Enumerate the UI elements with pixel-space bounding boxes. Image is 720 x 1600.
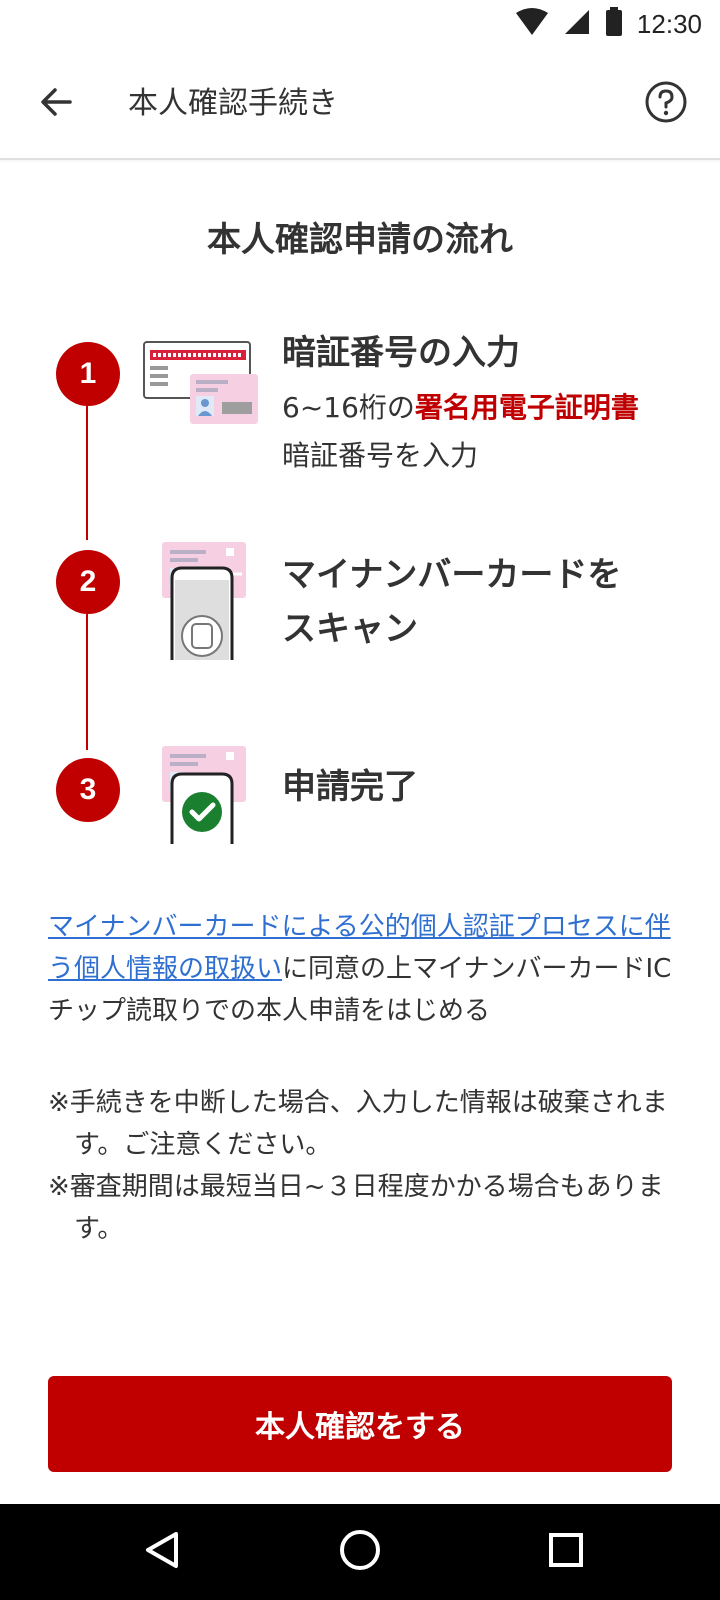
circle-home-icon	[338, 1528, 382, 1576]
step-title-line: スキャン	[282, 609, 418, 649]
step-description: 6~16桁の署名用電子証明書暗証番号を入力	[282, 384, 662, 480]
section-title: 本人確認申請の流れ	[207, 220, 513, 260]
cellular-signal-icon	[563, 8, 591, 40]
step-number-badge: 1	[56, 342, 120, 406]
completed-phone-icon	[160, 744, 250, 848]
pin-entry-card-icon	[142, 340, 262, 434]
page-title: 本人確認手続き	[128, 86, 338, 121]
note-item: ※手続きを中断した場合、入力した情報は破棄されます。ご注意ください。	[48, 1088, 668, 1160]
step-description-text: 6~16桁の	[282, 391, 415, 424]
step-description-emphasis: 署名用電子証明書	[414, 391, 639, 424]
notes: ※手続きを中断した場合、入力した情報は破棄されます。ご注意ください。 ※審査期間…	[48, 1082, 678, 1250]
note-item: ※審査期間は最短当日~３日程度かかる場合もあります。	[48, 1172, 664, 1244]
step-connector	[86, 404, 88, 540]
triangle-back-icon	[142, 1530, 182, 1574]
start-verification-button[interactable]: 本人確認をする	[48, 1376, 672, 1472]
square-recents-icon	[547, 1531, 585, 1573]
help-button[interactable]	[640, 78, 692, 130]
card-scan-phone-icon	[160, 540, 250, 664]
battery-icon	[605, 7, 623, 41]
consent-text: マイナンバーカードによる公的個人認証プロセスに伴う個人情報の取扱いに同意の上マイ…	[48, 906, 678, 1032]
system-nav-bar	[0, 1504, 720, 1600]
step-connector	[86, 614, 88, 750]
back-button[interactable]	[28, 76, 84, 132]
step-description-text: 暗証番号を入力	[282, 439, 479, 472]
step-number-badge: 2	[56, 550, 120, 614]
step-title-line: マイナンバーカードを	[282, 555, 622, 595]
step-title: 暗証番号の入力	[282, 333, 520, 373]
step-number-badge: 3	[56, 758, 120, 822]
app-bar: 本人確認手続き	[0, 48, 720, 160]
nav-recents-button[interactable]	[542, 1528, 590, 1576]
step-title: 申請完了	[282, 767, 418, 807]
nav-back-button[interactable]	[138, 1528, 186, 1576]
wifi-icon	[515, 7, 549, 41]
step-title: マイナンバーカードを スキャン	[282, 548, 621, 656]
nav-home-button[interactable]	[336, 1528, 384, 1576]
status-bar: 12:30	[0, 0, 720, 48]
status-time: 12:30	[636, 8, 702, 39]
arrow-back-icon	[38, 84, 74, 124]
help-icon	[644, 80, 688, 128]
